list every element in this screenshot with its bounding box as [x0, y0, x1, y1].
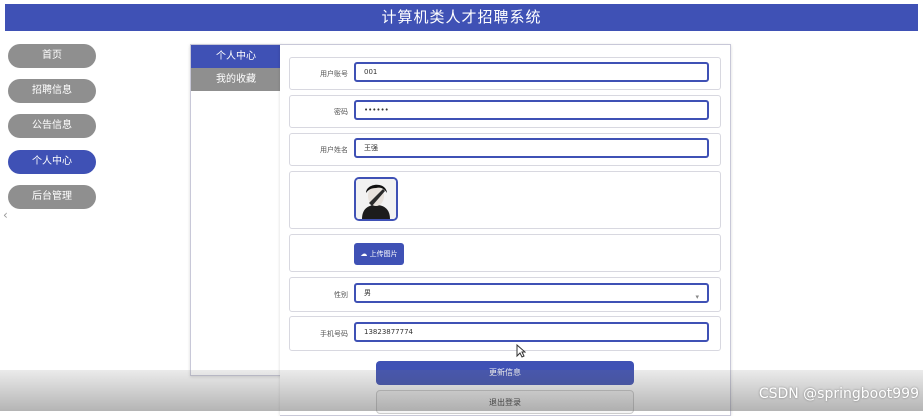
chevron-down-icon: ▾: [695, 293, 699, 301]
sidebar-item-label: 公告信息: [32, 120, 72, 131]
sidebar-item-label: 招聘信息: [32, 85, 72, 96]
gender-select[interactable]: 男 ▾: [354, 283, 709, 303]
name-field[interactable]: 王强: [354, 138, 709, 158]
sidebar-item-label: 首页: [42, 50, 62, 61]
cloud-upload-icon: ☁: [360, 250, 368, 258]
sidebar-item-label: 后台管理: [32, 191, 72, 202]
tab-favorites[interactable]: 我的收藏: [191, 68, 281, 91]
chevron-left-icon[interactable]: ‹: [3, 208, 8, 222]
logout-button-label: 退出登录: [489, 398, 521, 407]
name-row: 用户姓名 王强: [289, 133, 721, 166]
password-row: 密码 ••••••: [289, 95, 721, 128]
tab-label: 我的收藏: [216, 74, 256, 85]
sidebar-item-home[interactable]: 首页: [8, 44, 96, 68]
profile-tabs-panel: 个人中心 我的收藏: [190, 44, 282, 376]
app-title-bar: 计算机类人才招聘系统: [5, 4, 918, 31]
upload-button-label: 上传图片: [369, 250, 398, 258]
upload-row: ☁ 上传图片: [289, 234, 721, 272]
watermark: CSDN @springboot999: [758, 386, 919, 402]
update-info-button[interactable]: 更新信息: [376, 361, 634, 385]
account-label: 用户账号: [320, 70, 348, 78]
password-label: 密码: [334, 108, 348, 116]
gender-label: 性别: [334, 291, 348, 299]
logout-button[interactable]: 退出登录: [376, 390, 634, 414]
gender-row: 性别 男 ▾: [289, 277, 721, 312]
password-field[interactable]: ••••••: [354, 100, 709, 120]
tab-label: 个人中心: [216, 51, 256, 62]
account-row: 用户账号 001: [289, 57, 721, 90]
sidebar-item-jobs[interactable]: 招聘信息: [8, 79, 96, 103]
gender-value: 男: [364, 289, 371, 297]
phone-label: 手机号码: [320, 330, 348, 338]
sidebar-item-announcements[interactable]: 公告信息: [8, 114, 96, 138]
sidebar-item-label: 个人中心: [32, 156, 72, 167]
tab-profile[interactable]: 个人中心: [191, 45, 281, 68]
sidebar-item-profile[interactable]: 个人中心: [8, 150, 96, 174]
update-button-label: 更新信息: [489, 368, 521, 377]
mouse-cursor-icon: [516, 343, 527, 362]
avatar: [354, 177, 398, 221]
phone-row: 手机号码 13823877774: [289, 316, 721, 351]
account-field[interactable]: 001: [354, 62, 709, 82]
app-title: 计算机类人才招聘系统: [381, 8, 542, 26]
upload-image-button[interactable]: ☁ 上传图片: [354, 243, 404, 265]
phone-field[interactable]: 13823877774: [354, 322, 709, 342]
avatar-row: [289, 171, 721, 229]
name-label: 用户姓名: [320, 146, 348, 154]
sidebar-item-admin[interactable]: 后台管理: [8, 185, 96, 209]
